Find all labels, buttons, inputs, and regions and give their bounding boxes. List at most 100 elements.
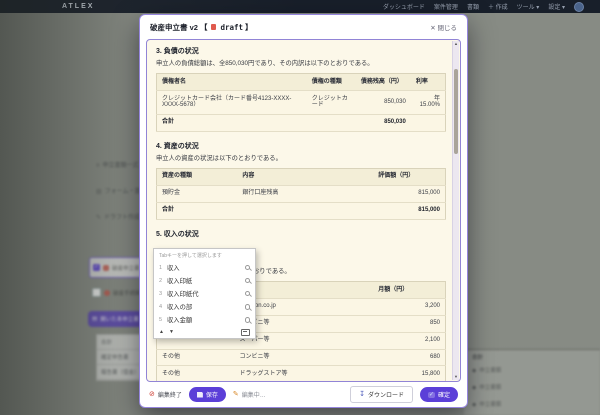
ime-candidate-window: Tabキーを押して選択します 1 収入 2 収入印紙 3 収入印紙代 4 収入の部 5収… [153,248,256,339]
scroll-up-arrow-icon[interactable]: ▲ [453,41,459,47]
bullet-icon: ◆ [472,385,477,391]
ime-candidate-2[interactable]: 2 収入印紙 [154,274,255,287]
checkbox-checked-icon[interactable]: ✓ [93,264,100,271]
pdf-file-icon [104,289,110,296]
end-edit-button[interactable]: ⊘ 編集終了 [149,390,182,399]
modal-title: 破産申立書 v2 【 draft 】 [150,22,253,33]
col-header-monthly: 月額（円） [373,281,446,299]
section-heading-debt: 3. 負債の状況 [156,48,199,55]
check-icon: ✓ [427,391,435,398]
cell-rate: 年15.00% [410,90,446,115]
save-label: 保存 [205,393,218,399]
total-value: 850,030 [355,113,411,132]
cell-amount: 850 [373,315,446,333]
col-header-value: 評価額（円） [373,168,446,186]
col-header-debt-type: 債権の種類 [306,73,356,92]
section-heading-asset: 4. 資産の状況 [156,142,199,150]
cell-amount: 680 [373,349,446,367]
panel-row: ◆ 申立書類 [472,402,502,408]
draft-icon: ✎ [96,215,102,221]
menu-item-cases[interactable]: 案件管理 [434,2,458,11]
search-icon[interactable] [244,317,250,323]
editing-status-label: 編集中… [241,393,266,399]
scrollbar-thumb[interactable] [454,69,458,154]
close-button[interactable]: ✕ 閉じる [430,22,457,32]
cell-asset-type: 預貯金 [156,185,238,203]
cell-detail: コンビニ等 [234,349,374,367]
bracket: 】 [245,22,253,32]
page-icon: ▤ [92,316,98,322]
col-header-asset-type: 資産の種類 [156,168,238,186]
nav-item-label: ドラフト作成 [104,215,141,221]
table-row: その他 ドラッグストア等 15,800 [156,365,446,381]
debt-table: 債権者名 債権の種類 債務残高（円） 利率 クレジットカード会社（カード番号41… [156,73,446,132]
editor-scrollbar[interactable]: ▲ ▼ [452,41,459,380]
col-header-creditor: 債権者名 [156,73,307,92]
panel-row: ◆ 申立書類 [472,385,502,391]
ime-candidate-5[interactable]: 5 収入金額 [154,313,255,326]
menu-item-settings[interactable]: 設定 ▾ [548,2,565,11]
search-icon[interactable] [244,304,250,310]
ban-icon: ⊘ [149,391,155,398]
nav-item-label: 申立書類一式 [102,163,139,169]
search-icon[interactable] [244,290,250,297]
download-button[interactable]: ↧ ダウンロード [350,386,413,403]
ime-candidate-4[interactable]: 4 収入の部 [154,300,255,313]
ime-candidate-3[interactable]: 3 収入印紙代 [154,287,255,300]
checkbox-unchecked-icon[interactable] [92,288,101,297]
cell-detail: ドラッグストア等 [234,365,374,381]
ime-footer: ▲ ▼ [154,327,255,336]
table-row: クレジットカード会社（カード番号4123-XXXX-XXXX-5678） クレジ… [156,90,446,115]
search-icon[interactable] [244,264,250,271]
col-header-balance: 債務残高（円） [355,73,411,92]
page-down-icon[interactable]: ▼ [169,329,174,335]
total-label: 合計 [156,201,374,220]
panel-row: ◆ 申立書類 [472,368,502,374]
form-icon: ▤ [96,189,102,195]
scroll-down-arrow-icon[interactable]: ▼ [453,374,459,380]
table-row: 預貯金 銀行口座残高 815,000 [156,185,446,203]
total-row: 合計 815,000 [156,201,446,220]
document-title-text: 破産申立書 v2 [150,22,198,32]
ime-pad-icon[interactable] [241,328,250,336]
confirm-button[interactable]: ✓ 確定 [419,387,458,402]
app-logo: ATLEX [62,3,95,10]
menu-item-tools[interactable]: ツール ▾ [517,2,540,11]
col-header-detail: 内容 [237,168,374,186]
debt-intro-text: 申立人の負債総額は、全850,030円であり、その内訳は以下のとおりである。 [156,60,374,67]
bullet-icon: ◆ [472,368,477,374]
app-top-bar: ATLEX ダッシュボード 案件管理 書類 ＋ 作成 ツール ▾ 設定 ▾ [0,0,600,13]
cell-creditor: クレジットカード会社（カード番号4123-XXXX-XXXX-5678） [156,90,307,115]
bullet-icon: ◆ [472,402,477,408]
save-disk-icon [196,391,203,398]
list-icon: ≡ [96,163,100,169]
bracket: 【 [199,22,208,32]
download-icon: ↧ [359,391,365,398]
page-up-icon[interactable]: ▲ [159,329,164,335]
document-row[interactable]: 破産手続開始 [92,288,146,297]
pdf-file-icon [103,264,109,271]
cell-category: その他 [156,349,235,367]
cell-amount: 3,200 [373,298,446,316]
total-row: 合計 850,030 [156,113,446,132]
download-label: ダウンロード [367,393,404,399]
ime-hint-text: Tabキーを押して選択します [159,253,222,259]
modal-footer: ⊘ 編集終了 保存 ✎ 編集中… ↧ ダウンロード ✓ 確定 [140,382,467,407]
pencil-icon: ✎ [232,391,239,398]
asset-table: 資産の種類 内容 評価額（円） 預貯金 銀行口座残高 815,000 合計 81… [156,167,446,220]
section-heading-income: 5. 収入の状況 [156,230,199,238]
modal-header: 破産申立書 v2 【 draft 】 ✕ 閉じる [140,15,467,39]
search-icon[interactable] [244,277,250,284]
cell-amount: 15,800 [373,365,446,381]
end-edit-label: 編集終了 [157,393,182,399]
col-header-rate: 利率 [410,73,446,92]
save-button[interactable]: 保存 [188,387,226,402]
menu-item-dashboard[interactable]: ダッシュボード [383,2,425,11]
cell-value: 815,000 [373,185,446,203]
user-avatar[interactable] [574,1,584,12]
editing-status: ✎ 編集中… [233,390,266,399]
document-editor-area[interactable]: 3. 負債の状況 申立人の負債総額は、全850,030円であり、その内訳は以下の… [146,39,461,382]
menu-item-create[interactable]: ＋ 作成 [488,2,508,11]
ime-candidate-1[interactable]: 1 収入 [154,261,255,274]
menu-item-documents[interactable]: 書類 [467,2,479,11]
